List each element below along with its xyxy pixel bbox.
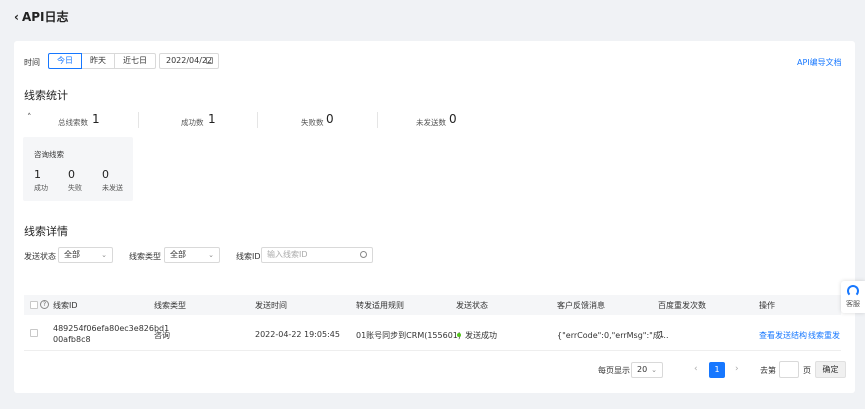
- col-actions: 操作: [759, 301, 775, 310]
- stat-total-label: 总线索数: [58, 118, 88, 127]
- range-yesterday-button[interactable]: 昨天: [81, 53, 115, 69]
- search-icon: [360, 251, 367, 258]
- row-lead-id-line1: 489254f06efa80ec3e826bd1: [53, 324, 170, 333]
- table-header: [24, 295, 841, 315]
- lead-type-value: 全部: [170, 250, 186, 259]
- status-dot: [457, 333, 461, 337]
- headset-icon: [847, 285, 859, 297]
- inquiry-failed-label: 失败: [68, 184, 82, 192]
- divider: [257, 112, 258, 128]
- row-checkbox[interactable]: [30, 329, 38, 337]
- col-lead-id: 线索ID: [53, 301, 78, 310]
- row-send-time: 2022-04-22 19:05:45: [255, 330, 340, 339]
- inquiry-success-label: 成功: [34, 184, 48, 192]
- customer-service-label: 客服: [846, 300, 860, 308]
- row-lead-type: 咨询: [154, 331, 170, 340]
- page-header: ‹ API日志: [14, 8, 69, 25]
- per-page-label: 每页显示: [598, 366, 630, 375]
- stat-failed-label: 失败数: [301, 118, 324, 127]
- row-feedback: {"errCode":0,"errMsg":"成...: [557, 331, 669, 340]
- lead-type-select[interactable]: 全部 ⌄: [164, 247, 220, 263]
- stats-section-title: 线索统计: [24, 89, 68, 102]
- lead-id-placeholder: 输入线索ID: [267, 250, 308, 259]
- time-range-group: 今日 昨天 近七日: [48, 53, 156, 69]
- per-page-select[interactable]: 20 ⌄: [631, 362, 663, 378]
- send-status-select[interactable]: 全部 ⌄: [58, 247, 113, 263]
- col-feedback: 客户反馈消息: [557, 301, 605, 310]
- api-doc-link[interactable]: API编导文档: [797, 57, 842, 68]
- prev-page-icon[interactable]: ‹: [694, 364, 698, 374]
- stat-success-label: 成功数: [181, 118, 204, 127]
- col-send-time: 发送时间: [255, 301, 287, 310]
- lead-id-input[interactable]: 输入线索ID: [261, 247, 373, 263]
- row-lead-id-line2: 00afb8c8: [53, 335, 91, 344]
- select-all-checkbox[interactable]: [30, 301, 38, 309]
- chevron-left-icon[interactable]: ‹: [14, 10, 19, 24]
- customer-service-button[interactable]: 客服: [841, 281, 865, 313]
- goto-page-input[interactable]: [779, 361, 799, 378]
- calendar-icon: [206, 57, 213, 64]
- range-today-button[interactable]: 今日: [48, 53, 82, 69]
- goto-label: 去第: [760, 366, 776, 375]
- per-page-value: 20: [637, 365, 648, 374]
- stat-success-value: 1: [208, 112, 216, 126]
- stat-total-value: 1: [92, 112, 100, 126]
- col-rule: 转发适用规则: [356, 301, 404, 310]
- page-title: API日志: [21, 10, 69, 24]
- inquiry-unsent-label: 未发送: [102, 184, 123, 192]
- divider: [138, 112, 139, 128]
- page-suffix-label: 页: [803, 366, 811, 375]
- divider: [377, 112, 378, 128]
- inquiry-failed-value: 0: [68, 168, 75, 181]
- stat-failed-value: 0: [326, 112, 334, 126]
- col-lead-type: 线索类型: [154, 301, 186, 310]
- inquiry-success-value: 1: [34, 168, 41, 181]
- chevron-up-icon[interactable]: ˄: [27, 113, 32, 123]
- chevron-down-icon: ⌄: [651, 366, 657, 374]
- time-label: 时间: [24, 58, 40, 67]
- row-rule: 01账号同步到CRM(155601): [356, 331, 462, 340]
- resend-lead-link[interactable]: 线索重发: [808, 330, 840, 341]
- chevron-down-icon: ⌄: [101, 251, 107, 259]
- page-1-button[interactable]: 1: [709, 362, 725, 378]
- details-section-title: 线索详情: [24, 225, 68, 238]
- stat-unsent-value: 0: [449, 112, 457, 126]
- stat-unsent-label: 未发送数: [416, 118, 446, 127]
- send-status-value: 全部: [64, 250, 80, 259]
- lead-type-label: 线索类型: [129, 252, 161, 261]
- col-send-status: 发送状态: [456, 301, 488, 310]
- chevron-down-icon: ⌄: [208, 251, 214, 259]
- goto-confirm-button[interactable]: 确定: [815, 361, 846, 378]
- lead-id-label: 线索ID: [236, 252, 261, 261]
- help-icon[interactable]: ?: [40, 300, 49, 309]
- row-send-status: 发送成功: [465, 331, 497, 340]
- inquiry-card-title: 咨询线索: [34, 150, 64, 159]
- next-page-icon[interactable]: ›: [735, 364, 739, 374]
- view-send-structure-link[interactable]: 查看发送结构: [759, 330, 807, 341]
- col-resend-count: 百度重发次数: [658, 301, 706, 310]
- range-seven-days-button[interactable]: 近七日: [114, 53, 156, 69]
- row-resend-count: 1: [659, 330, 665, 339]
- date-picker[interactable]: 2022/04/22: [159, 53, 219, 69]
- send-status-label: 发送状态: [24, 252, 56, 261]
- inquiry-unsent-value: 0: [102, 168, 109, 181]
